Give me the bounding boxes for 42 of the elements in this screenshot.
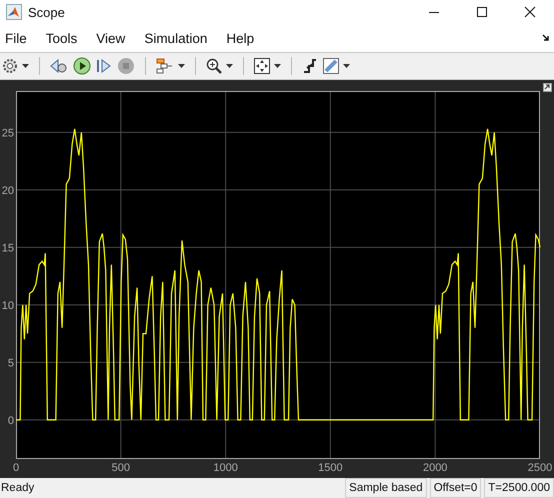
dock-arrow-icon[interactable] (542, 34, 550, 42)
settings-icon[interactable] (2, 58, 18, 74)
caret-icon[interactable] (343, 64, 350, 68)
maximize-icon[interactable] (476, 6, 488, 18)
axis-tick-label: 15 (2, 242, 14, 254)
signal-hierarchy-icon[interactable] (156, 58, 174, 74)
menu-item[interactable]: Help (226, 30, 254, 46)
undock-icon[interactable] (543, 83, 552, 92)
axis-tick-label: 25 (2, 127, 14, 140)
zoom-in-icon[interactable] (206, 58, 222, 74)
menu-item[interactable]: File (5, 30, 27, 46)
status-field: Offset=0 (430, 478, 482, 498)
menu-item[interactable]: View (96, 30, 126, 46)
menu-item[interactable]: Tools (46, 30, 78, 46)
triggers-icon[interactable] (302, 58, 318, 74)
status-field: Sample based (345, 478, 427, 498)
menu-item[interactable]: Simulation (144, 30, 208, 46)
status-field: T=2500.000 (484, 478, 554, 498)
status-message: Ready (0, 481, 36, 496)
axis-tick-label: 2500 (528, 462, 552, 474)
fit-to-view-icon[interactable] (254, 58, 270, 74)
axis-tick-label: 1000 (213, 462, 238, 474)
caret-icon[interactable] (274, 64, 281, 68)
app-logo-icon (6, 4, 22, 20)
window-title: Scope (28, 4, 65, 20)
caret-icon[interactable] (226, 64, 233, 68)
axis-tick-label: 20 (2, 184, 14, 197)
axis-tick-label: 0 (12, 462, 20, 474)
close-icon[interactable] (524, 6, 536, 18)
axis-tick-label: 1500 (318, 462, 343, 474)
caret-icon[interactable] (178, 64, 185, 68)
step-back-icon[interactable] (50, 58, 68, 74)
axis-tick-label: 10 (2, 300, 14, 312)
run-icon[interactable] (73, 57, 91, 75)
axis-tick-label: 500 (112, 462, 130, 474)
step-forward-icon[interactable] (96, 58, 112, 74)
axis-tick-label: 5 (8, 357, 14, 370)
ruler-icon[interactable] (323, 58, 339, 74)
axis-tick-label: 0 (8, 414, 14, 427)
stop-icon[interactable] (117, 57, 135, 75)
axis-tick-label: 2000 (422, 462, 448, 474)
caret-icon[interactable] (22, 64, 29, 68)
